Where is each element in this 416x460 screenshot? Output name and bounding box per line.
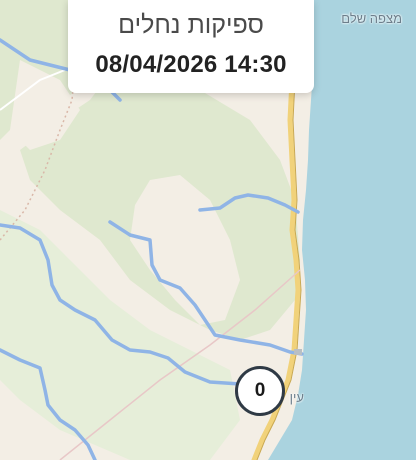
info-card-datetime: 08/04/2026 14:30 (95, 51, 287, 78)
station-marker[interactable]: 0 (235, 366, 285, 416)
coastal-feature (294, 349, 302, 355)
info-card-title: ספיקות נחלים (118, 11, 264, 39)
place-label-north: מצפה שלם (341, 11, 402, 26)
info-card: ספיקות נחלים 08/04/2026 14:30 (68, 0, 314, 93)
place-label-south: עין (289, 390, 304, 405)
station-marker-count: 0 (254, 380, 266, 401)
